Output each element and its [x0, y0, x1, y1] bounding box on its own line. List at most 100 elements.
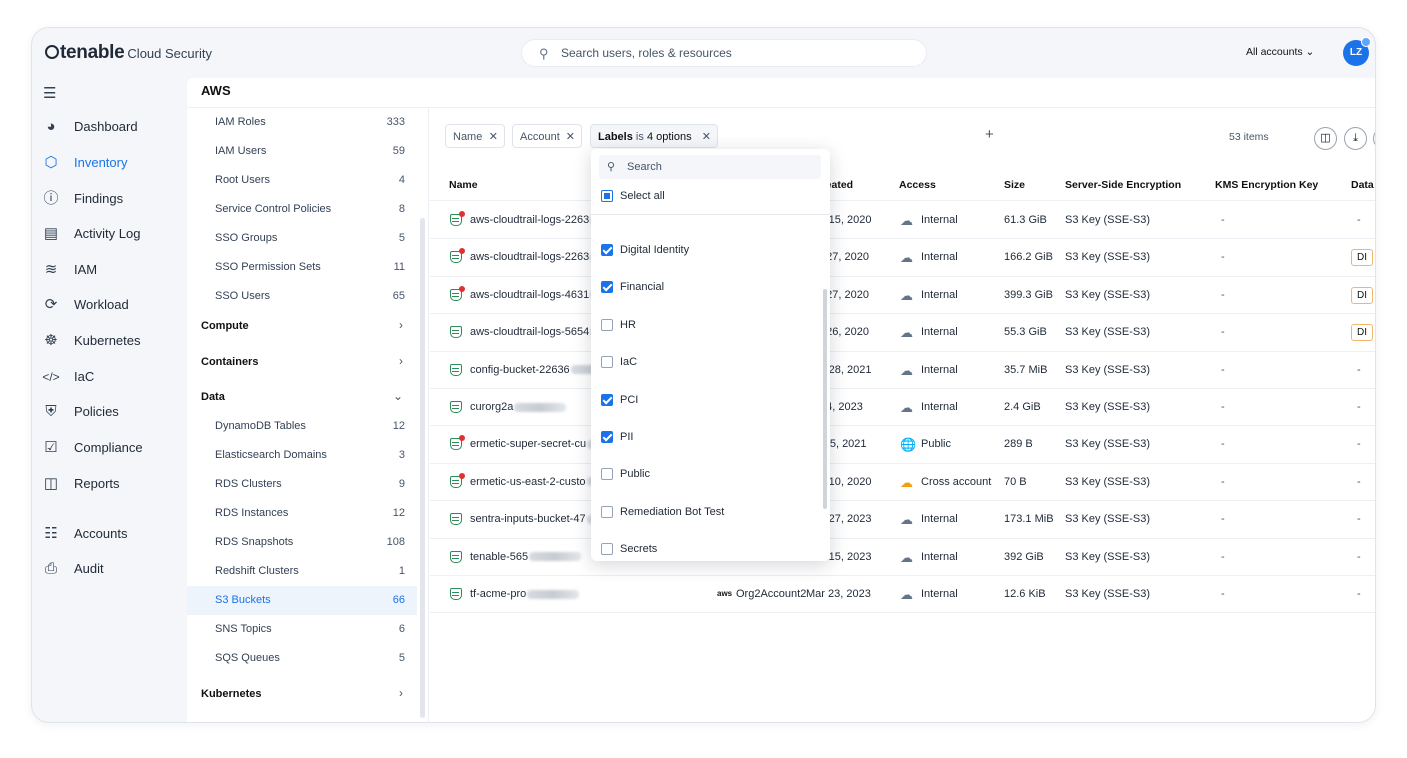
data-label-badge[interactable]: DI — [1351, 249, 1373, 267]
table-row[interactable]: tenable-565 Nov 15, 2023 ☁ Internal 392 GiB S… — [430, 539, 1375, 576]
tree-item-sqs-queues[interactable]: SQS Queues 5 — [187, 644, 417, 673]
nav-findings[interactable]: ⓘ Findings — [32, 183, 187, 215]
hamburger-menu-icon[interactable]: ☰ — [43, 84, 56, 102]
column-name[interactable]: Name — [449, 179, 478, 191]
table-row[interactable]: curorg2a Apr 4, 2023 ☁ Internal 2.4 GiB S3 Ke… — [430, 389, 1375, 427]
tree-item-iam-roles[interactable]: IAM Roles 333 — [187, 108, 417, 137]
bucket-name[interactable]: curorg2a — [470, 401, 567, 413]
avatar-initials: LZ — [1349, 47, 1363, 58]
download-icon[interactable]: ⤓ — [1344, 127, 1367, 150]
nav-reports[interactable]: ◫ Reports — [32, 468, 187, 500]
tree-item-sso-permission-sets[interactable]: SSO Permission Sets 11 — [187, 253, 417, 282]
table-row[interactable]: sentra-inputs-bucket-47 Sep 27, 2023 ☁ Inte… — [430, 501, 1375, 539]
checkbox-checked-icon[interactable] — [601, 393, 613, 406]
label-option[interactable]: Secrets — [601, 540, 821, 560]
table-row[interactable]: aws-cloudtrail-logs-4631 Oct 27, 2020 ☁ Int… — [430, 277, 1375, 315]
column-access[interactable]: Access — [899, 179, 936, 191]
label-option[interactable]: PII — [601, 428, 821, 448]
data-label-badge[interactable]: DI — [1351, 286, 1373, 304]
global-search-input[interactable]: ⚲ Search users, roles & resources — [522, 40, 926, 66]
tree-group-data[interactable]: Data ⌄ — [187, 382, 417, 412]
label-option[interactable]: Digital Identity — [601, 241, 821, 261]
tree-count: 12 — [392, 420, 405, 432]
tree-item-redshift-clusters[interactable]: Redshift Clusters 1 — [187, 557, 417, 586]
column-size[interactable]: Size — [1004, 179, 1025, 191]
tree-item-elasticsearch-domains[interactable]: Elasticsearch Domains 3 — [187, 441, 417, 470]
nav-compliance[interactable]: ☑ Compliance — [32, 432, 187, 464]
tree-item-rds-clusters[interactable]: RDS Clusters 9 — [187, 470, 417, 499]
table-row[interactable]: tf-acme-pro aws Org2Account2 Mar 23, 2023 ☁ I… — [430, 576, 1375, 614]
nav-dashboard[interactable]: ◕ Dashboard — [32, 111, 187, 143]
tree-item-sso-users[interactable]: SSO Users 65 — [187, 282, 417, 311]
tree-item-sns-topics[interactable]: SNS Topics 6 — [187, 615, 417, 644]
table-row[interactable]: aws-cloudtrail-logs-2263 Nov 15, 2020 ☁ Int… — [430, 202, 1375, 240]
label-option[interactable]: HR — [601, 316, 821, 336]
nav-iam[interactable]: ≋ IAM — [32, 254, 187, 286]
dropdown-scrollbar[interactable] — [823, 289, 827, 509]
table-row[interactable]: aws-cloudtrail-logs-2263 Oct 27, 2020 ☁ Int… — [430, 239, 1375, 277]
s3-bucket-icon — [449, 324, 463, 339]
bucket-size: 55.3 GiB — [1004, 326, 1047, 339]
nav-workload[interactable]: ⟳ Workload — [32, 289, 187, 321]
label-option[interactable]: PCI — [601, 391, 821, 411]
checkbox-unchecked-icon[interactable] — [601, 318, 613, 331]
nav-inventory[interactable]: ⬡ Inventory — [32, 147, 187, 179]
accounts-selector[interactable]: All accounts ⌄ — [1246, 46, 1314, 58]
account-name[interactable]: Org2Account2 — [736, 588, 806, 600]
tree-group-containers[interactable]: Containers › — [187, 347, 417, 377]
tree-item-root-users[interactable]: Root Users 4 — [187, 166, 417, 195]
bucket-name[interactable]: tf-acme-pro — [470, 588, 580, 600]
table-row[interactable]: config-bucket-22636 Aug 28, 2021 ☁ Internal… — [430, 352, 1375, 389]
filter-account[interactable]: Account ✕ — [512, 124, 582, 148]
filter-labels[interactable]: Labels is 4 options ✕ — [590, 124, 718, 148]
data-label-badge[interactable]: DI — [1351, 324, 1373, 342]
option-label: PII — [620, 431, 634, 443]
tree-item-s3-buckets[interactable]: S3 Buckets 66 — [187, 586, 417, 615]
nav-audit[interactable]: ⎙ Audit — [32, 553, 187, 585]
checkbox-checked-icon[interactable] — [601, 431, 613, 443]
sse-value: S3 Key (SSE-S3) — [1065, 288, 1150, 301]
nav-policies[interactable]: ⛨ Policies — [32, 396, 187, 428]
nav-iac[interactable]: </> IaC — [32, 361, 187, 393]
tree-item-rds-snapshots[interactable]: RDS Snapshots 108 — [187, 528, 417, 557]
tree-item-sso-groups[interactable]: SSO Groups 5 — [187, 224, 417, 253]
table-row[interactable]: ermetic-super-secret-cu May 5, 2021 🌐 Publi… — [430, 426, 1375, 464]
label-option[interactable]: IaC — [601, 353, 821, 373]
table-row[interactable]: aws-cloudtrail-logs-5654 Oct 26, 2020 ☁ Int… — [430, 314, 1375, 352]
checkbox-unchecked-icon[interactable] — [601, 468, 613, 481]
close-icon[interactable]: ✕ — [566, 130, 575, 143]
avatar[interactable]: LZ — [1343, 37, 1371, 66]
column-sse[interactable]: Server-Side Encryption — [1065, 179, 1181, 191]
column-data[interactable]: Data — [1351, 179, 1374, 191]
column-kms[interactable]: KMS Encryption Key — [1215, 179, 1318, 191]
dropdown-search-input[interactable]: ⚲ Search — [599, 155, 821, 179]
tree-group-kubernetes[interactable]: Kubernetes › — [187, 679, 417, 709]
tree-item-iam-users[interactable]: IAM Users 59 — [187, 137, 417, 166]
select-all-checkbox[interactable]: Select all — [601, 187, 821, 207]
tenable-logo[interactable]: tenable Cloud Security — [45, 42, 212, 64]
filter-name[interactable]: Name ✕ — [445, 124, 505, 148]
label-option[interactable]: Financial — [601, 278, 821, 298]
tree-scrollbar[interactable] — [420, 218, 425, 718]
columns-icon[interactable]: ◫ — [1373, 127, 1375, 150]
checkbox-unchecked-icon[interactable] — [601, 356, 613, 369]
nav-accounts[interactable]: ☷ Accounts — [32, 518, 187, 550]
checkbox-checked-icon[interactable] — [601, 244, 613, 256]
chart-view-icon[interactable]: ◫ — [1314, 127, 1337, 150]
checkbox-unchecked-icon[interactable] — [601, 543, 613, 556]
checkbox-checked-icon[interactable] — [601, 281, 613, 294]
label-option[interactable]: Public — [601, 465, 821, 485]
tree-group-compute[interactable]: Compute › — [187, 311, 417, 341]
tree-item-rds-instances[interactable]: RDS Instances 12 — [187, 499, 417, 528]
tree-item-scp[interactable]: Service Control Policies 8 — [187, 195, 417, 224]
nav-kubernetes[interactable]: ☸ Kubernetes — [32, 325, 187, 357]
table-row[interactable]: ermetic-us-east-2-custo Nov 10, 2020 ☁ Cros… — [430, 464, 1375, 502]
close-icon[interactable]: ✕ — [489, 130, 498, 143]
checkbox-unchecked-icon[interactable] — [601, 505, 613, 518]
add-filter-icon[interactable]: + — [985, 126, 994, 143]
label-option[interactable]: Remediation Bot Test — [601, 503, 821, 523]
nav-activity-log[interactable]: ▤ Activity Log — [32, 218, 187, 250]
close-icon[interactable]: ✕ — [702, 130, 711, 143]
bucket-name[interactable]: tenable-565 — [470, 551, 582, 563]
tree-item-dynamodb-tables[interactable]: DynamoDB Tables 12 — [187, 412, 417, 441]
